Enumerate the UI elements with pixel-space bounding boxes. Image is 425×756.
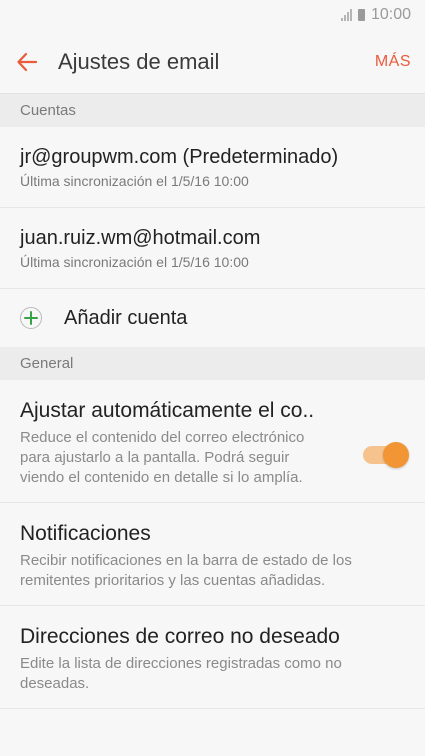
account-sync-status: Última sincronización el 1/5/16 10:00: [20, 253, 249, 270]
section-header-accounts: Cuentas: [0, 94, 425, 127]
setting-title: Notificaciones: [20, 522, 151, 545]
add-account-label: Añadir cuenta: [64, 306, 188, 329]
page-title: Ajustes de email: [58, 48, 220, 74]
auto-fit-toggle[interactable]: [363, 442, 409, 468]
setting-spam-addresses[interactable]: Direcciones de correo no deseado Edite l…: [0, 606, 425, 709]
add-account-button[interactable]: Añadir cuenta: [0, 289, 425, 347]
section-header-general: General: [0, 347, 425, 380]
setting-description: Edite la lista de direcciones registrada…: [20, 655, 342, 692]
signal-icon: [340, 9, 352, 21]
account-sync-status: Última sincronización el 1/5/16 10:00: [20, 172, 249, 189]
setting-auto-fit[interactable]: Ajustar automáticamente el co.. Reduce e…: [0, 380, 425, 503]
more-button[interactable]: MÁS: [375, 53, 411, 71]
account-email: juan.ruiz.wm@hotmail.com: [20, 226, 261, 249]
plus-circle-icon: [20, 307, 42, 329]
account-email: jr@groupwm.com (Predeterminado): [20, 145, 339, 168]
setting-notifications[interactable]: Notificaciones Recibir notificaciones en…: [0, 503, 425, 606]
back-arrow-icon[interactable]: [16, 50, 40, 74]
status-bar: 10:00: [0, 0, 425, 30]
status-time: 10:00: [370, 6, 411, 23]
battery-icon: [357, 9, 365, 21]
app-bar: Ajustes de email MÁS: [0, 30, 425, 94]
setting-description: Recibir notificaciones en la barra de es…: [20, 552, 352, 589]
setting-title: Direcciones de correo no deseado: [20, 625, 340, 648]
account-item[interactable]: juan.ruiz.wm@hotmail.com Última sincroni…: [0, 208, 425, 289]
account-item[interactable]: jr@groupwm.com (Predeterminado) Última s…: [0, 127, 425, 208]
setting-description: Reduce el contenido del correo electróni…: [20, 429, 305, 486]
toggle-knob: [383, 442, 409, 468]
setting-title: Ajustar automáticamente el co..: [20, 399, 315, 422]
